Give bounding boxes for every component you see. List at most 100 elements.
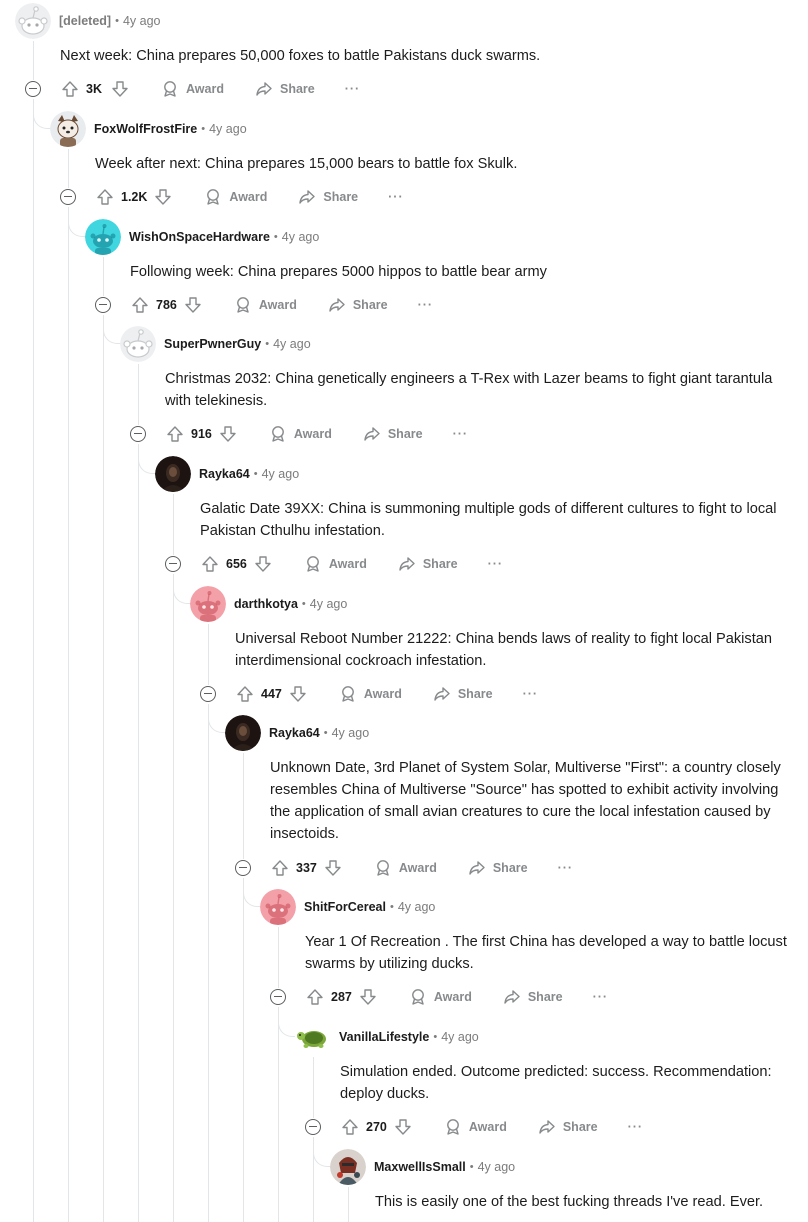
- award-button[interactable]: Award: [408, 987, 472, 1007]
- thread-line[interactable]: [313, 1057, 314, 1118]
- share-button[interactable]: Share: [467, 858, 528, 878]
- more-options-icon[interactable]: ···: [593, 990, 609, 1004]
- timestamp[interactable]: 4y ago: [398, 900, 436, 914]
- share-button[interactable]: Share: [432, 684, 493, 704]
- award-button[interactable]: Award: [203, 187, 267, 207]
- thread-line[interactable]: [173, 494, 174, 555]
- timestamp[interactable]: 4y ago: [273, 337, 311, 351]
- thread-line[interactable]: [278, 927, 279, 988]
- downvote-icon[interactable]: [393, 1117, 413, 1137]
- username[interactable]: ShitForCereal: [304, 900, 386, 914]
- award-button[interactable]: Award: [443, 1117, 507, 1137]
- share-button[interactable]: Share: [537, 1117, 598, 1137]
- user-avatar[interactable]: [295, 1019, 331, 1055]
- more-options-icon[interactable]: ···: [488, 557, 504, 571]
- collapse-button[interactable]: [25, 81, 41, 97]
- collapse-button[interactable]: [130, 426, 146, 442]
- thread-line[interactable]: [103, 257, 104, 296]
- timestamp[interactable]: 4y ago: [478, 1160, 516, 1174]
- collapse-button[interactable]: [305, 1119, 321, 1135]
- thread-line[interactable]: [138, 364, 139, 425]
- thread-line[interactable]: [33, 41, 34, 80]
- user-avatar[interactable]: [225, 715, 261, 751]
- thread-line[interactable]: [243, 878, 244, 1222]
- user-avatar[interactable]: [50, 111, 86, 147]
- award-button[interactable]: Award: [160, 79, 224, 99]
- user-avatar[interactable]: [15, 3, 51, 39]
- share-button[interactable]: Share: [397, 554, 458, 574]
- timestamp[interactable]: 4y ago: [209, 122, 247, 136]
- thread-line[interactable]: [33, 99, 34, 1222]
- timestamp[interactable]: 4y ago: [123, 14, 161, 28]
- upvote-icon[interactable]: [235, 684, 255, 704]
- share-button[interactable]: Share: [502, 987, 563, 1007]
- more-options-icon[interactable]: ···: [453, 427, 469, 441]
- collapse-button[interactable]: [235, 860, 251, 876]
- more-options-icon[interactable]: ···: [628, 1120, 644, 1134]
- share-button[interactable]: Share: [327, 295, 388, 315]
- share-button[interactable]: Share: [254, 79, 315, 99]
- upvote-icon[interactable]: [60, 79, 80, 99]
- upvote-icon[interactable]: [270, 858, 290, 878]
- user-avatar[interactable]: [155, 456, 191, 492]
- thread-line[interactable]: [208, 624, 209, 685]
- award-button[interactable]: Award: [233, 295, 297, 315]
- downvote-icon[interactable]: [253, 554, 273, 574]
- thread-line[interactable]: [103, 315, 104, 1222]
- share-button[interactable]: Share: [362, 424, 423, 444]
- downvote-icon[interactable]: [288, 684, 308, 704]
- upvote-icon[interactable]: [305, 987, 325, 1007]
- upvote-icon[interactable]: [165, 424, 185, 444]
- user-avatar[interactable]: [330, 1149, 366, 1185]
- timestamp[interactable]: 4y ago: [282, 230, 320, 244]
- username[interactable]: VanillaLifestyle: [339, 1030, 429, 1044]
- downvote-icon[interactable]: [323, 858, 343, 878]
- thread-line[interactable]: [278, 1007, 279, 1222]
- award-button[interactable]: Award: [373, 858, 437, 878]
- downvote-icon[interactable]: [218, 424, 238, 444]
- timestamp[interactable]: 4y ago: [332, 726, 370, 740]
- upvote-icon[interactable]: [95, 187, 115, 207]
- timestamp[interactable]: 4y ago: [262, 467, 300, 481]
- collapse-button[interactable]: [95, 297, 111, 313]
- collapse-button[interactable]: [270, 989, 286, 1005]
- username[interactable]: darthkotya: [234, 597, 298, 611]
- thread-line[interactable]: [348, 1187, 349, 1222]
- award-button[interactable]: Award: [268, 424, 332, 444]
- downvote-icon[interactable]: [110, 79, 130, 99]
- collapse-button[interactable]: [60, 189, 76, 205]
- thread-line[interactable]: [68, 207, 69, 1222]
- username[interactable]: MaxwellIsSmall: [374, 1160, 466, 1174]
- downvote-icon[interactable]: [153, 187, 173, 207]
- share-button[interactable]: Share: [297, 187, 358, 207]
- thread-line[interactable]: [208, 704, 209, 1222]
- thread-line[interactable]: [173, 574, 174, 1222]
- thread-line[interactable]: [138, 444, 139, 1222]
- collapse-button[interactable]: [165, 556, 181, 572]
- thread-line[interactable]: [68, 149, 69, 188]
- username[interactable]: SuperPwnerGuy: [164, 337, 261, 351]
- more-options-icon[interactable]: ···: [345, 82, 361, 96]
- upvote-icon[interactable]: [200, 554, 220, 574]
- username[interactable]: WishOnSpaceHardware: [129, 230, 270, 244]
- downvote-icon[interactable]: [183, 295, 203, 315]
- username[interactable]: FoxWolfFrostFire: [94, 122, 197, 136]
- user-avatar[interactable]: [260, 889, 296, 925]
- award-button[interactable]: Award: [338, 684, 402, 704]
- upvote-icon[interactable]: [340, 1117, 360, 1137]
- upvote-icon[interactable]: [130, 295, 150, 315]
- username[interactable]: Rayka64: [199, 467, 250, 481]
- timestamp[interactable]: 4y ago: [441, 1030, 479, 1044]
- downvote-icon[interactable]: [358, 987, 378, 1007]
- more-options-icon[interactable]: ···: [418, 298, 434, 312]
- user-avatar[interactable]: [190, 586, 226, 622]
- more-options-icon[interactable]: ···: [558, 861, 574, 875]
- collapse-button[interactable]: [200, 686, 216, 702]
- more-options-icon[interactable]: ···: [388, 190, 404, 204]
- user-avatar[interactable]: [120, 326, 156, 362]
- timestamp[interactable]: 4y ago: [310, 597, 348, 611]
- user-avatar[interactable]: [85, 219, 121, 255]
- thread-line[interactable]: [243, 753, 244, 859]
- username[interactable]: Rayka64: [269, 726, 320, 740]
- award-button[interactable]: Award: [303, 554, 367, 574]
